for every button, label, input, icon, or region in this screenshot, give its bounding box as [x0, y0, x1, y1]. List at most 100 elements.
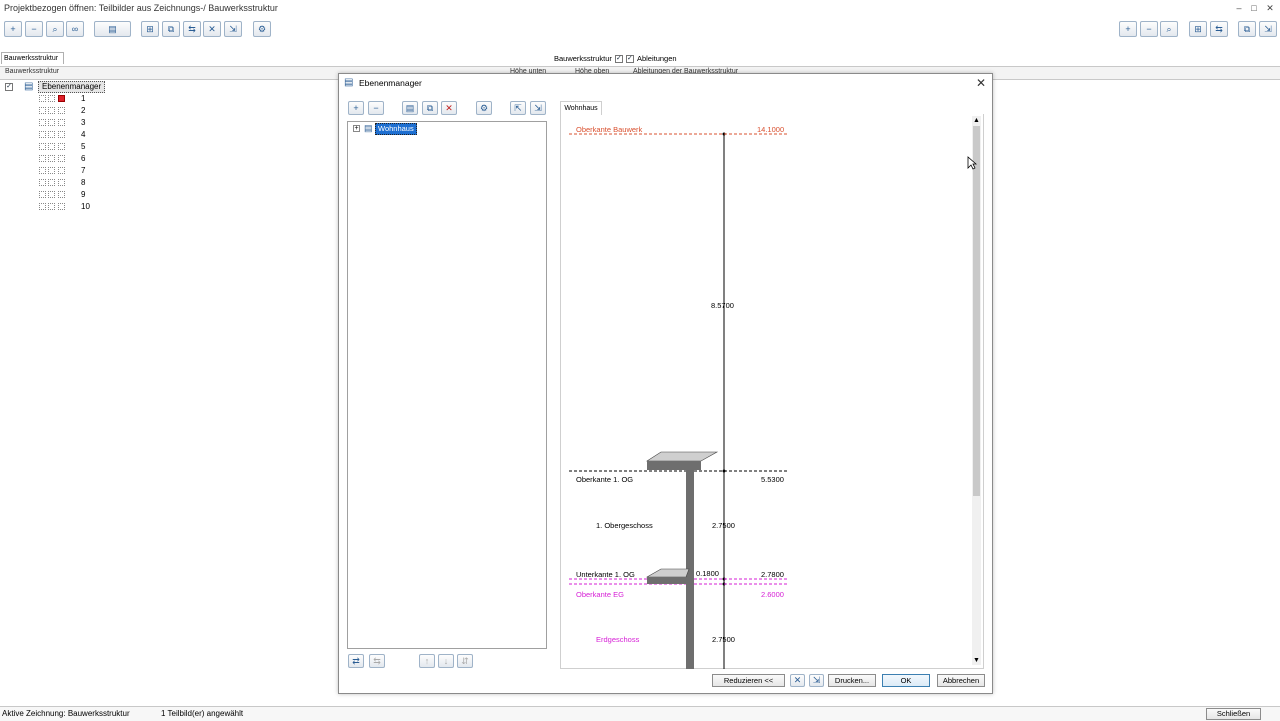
main-toolbar: + − ⌕ ∞ ▤ ⊞ ⧉ ⇆ ✕ ⇲ ⚙ + − ⌕ ⊞ ⇆ ⧉ ⇲ [0, 18, 1280, 42]
tree-item[interactable]: 3 [37, 117, 97, 129]
level-name[interactable]: Oberkante 1. OG [576, 475, 633, 484]
level-name[interactable]: Oberkante Bauwerk [576, 125, 642, 134]
dimension-label: 8.5700 [711, 301, 734, 310]
tree-item[interactable]: 4 [37, 129, 97, 141]
level-props-icon[interactable]: ⚙ [476, 101, 492, 115]
tree-item-label: 5 [81, 142, 86, 151]
scroll-down-icon[interactable]: ▼ [972, 656, 981, 665]
structure-tree-panel: + ▤ Wohnhaus [347, 121, 547, 649]
print-button[interactable]: Drucken... [828, 674, 876, 687]
bauwerksstruktur-checkbox[interactable]: ✓ [614, 54, 623, 63]
reduce-button[interactable]: Reduzieren << [712, 674, 785, 687]
level-delete-icon[interactable]: ✕ [441, 101, 457, 115]
tree-copy-icon[interactable]: ⧉ [162, 21, 180, 37]
level-copy-icon[interactable]: ⧉ [422, 101, 438, 115]
tree-item-label: 8 [81, 178, 86, 187]
cancel-button[interactable]: Abbrechen [937, 674, 985, 687]
layer-right2-icon[interactable]: ⇲ [1259, 21, 1277, 37]
tree-item[interactable]: 7 [37, 165, 97, 177]
level-value: 2.7800 [761, 570, 784, 579]
tree-item-label: 6 [81, 154, 86, 163]
ebenenmanager-dialog: ▤ Ebenenmanager ✕ + − ▤ ⧉ ✕ ⚙ ⇱ ⇲ + ▤ Wo… [338, 73, 993, 694]
active-drawing-status: Aktive Zeichnung: Bauwerksstruktur [2, 709, 130, 718]
unassign-icon[interactable]: ⇆ [369, 654, 385, 668]
sort-icon[interactable]: ⇵ [457, 654, 473, 668]
dialog-icon: ▤ [344, 77, 354, 88]
layer-right-icon[interactable]: ⧉ [1238, 21, 1256, 37]
tree-right-icon[interactable]: ⊞ [1189, 21, 1207, 37]
dimension-label: 2.7500 [712, 635, 735, 644]
dialog-close-button[interactable]: ✕ [976, 76, 986, 90]
tree-item[interactable]: 10 [37, 201, 97, 213]
section-drawing [569, 132, 789, 669]
level-import-icon[interactable]: ⇱ [510, 101, 526, 115]
tree-item-label: 7 [81, 166, 86, 175]
remove-icon[interactable]: − [25, 21, 43, 37]
title-bar: Projektbezogen öffnen: Teilbilder aus Ze… [0, 0, 1280, 17]
link-icon[interactable]: ∞ [66, 21, 84, 37]
remove-right-icon[interactable]: − [1140, 21, 1158, 37]
view-option-label: Bauwerksstruktur [554, 54, 612, 63]
floor-name[interactable]: Erdgeschoss [596, 635, 639, 644]
tree-item[interactable]: 1 [37, 93, 97, 105]
tree-delete-icon[interactable]: ✕ [203, 21, 221, 37]
assign-icon[interactable]: ⇄ [348, 654, 364, 668]
tree-item[interactable]: 6 [37, 153, 97, 165]
level-preview-panel: ▲ ▼ Oberkante Bauwerk 14.1000 8.5700 Obe… [560, 114, 984, 669]
header-bauwerksstruktur: Bauwerksstruktur [5, 68, 60, 75]
tree-item-label: 1 [81, 94, 86, 103]
search-right-icon[interactable]: ⌕ [1160, 21, 1178, 37]
tab-wohnhaus[interactable]: Wohnhaus [560, 101, 602, 115]
minimize-button[interactable]: – [1233, 2, 1245, 14]
tree-item[interactable]: 5 [37, 141, 97, 153]
tree-add-icon[interactable]: ⊞ [141, 21, 159, 37]
tools-icon[interactable]: ✕ [790, 674, 805, 687]
expand-icon[interactable]: + [353, 125, 360, 132]
move-up-icon[interactable]: ↑ [419, 654, 435, 668]
structure-icon[interactable]: ▤ [94, 21, 131, 37]
tree-item-label: 2 [81, 106, 86, 115]
root-checkbox[interactable]: ✓ [5, 83, 13, 91]
tree-item-label: 10 [81, 202, 90, 211]
status-bar: Aktive Zeichnung: Bauwerksstruktur 1 Tei… [0, 706, 1280, 721]
ok-button[interactable]: OK [882, 674, 930, 687]
level-name[interactable]: Oberkante EG [576, 590, 624, 599]
dimension-label: 2.7500 [712, 521, 735, 530]
level-remove-icon[interactable]: − [368, 101, 384, 115]
level-new-icon[interactable]: ▤ [402, 101, 418, 115]
floor-name[interactable]: 1. Obergeschoss [596, 521, 653, 530]
preview-scrollbar[interactable]: ▲ ▼ [972, 116, 981, 665]
ableitungen-checkbox[interactable]: ✓ [625, 54, 634, 63]
view-option-label-2: Ableitungen [636, 54, 677, 63]
slab-thickness-label: 0.1800 [696, 569, 719, 578]
tree-export-icon[interactable]: ⇲ [224, 21, 242, 37]
tree-item-label: 9 [81, 190, 86, 199]
settings-icon[interactable]: ⚙ [253, 21, 271, 37]
tree-root-wohnhaus[interactable]: Wohnhaus [375, 123, 417, 135]
move-down-icon[interactable]: ↓ [438, 654, 454, 668]
level-export-icon[interactable]: ⇲ [530, 101, 546, 115]
tree-item[interactable]: 8 [37, 177, 97, 189]
maximize-button[interactable]: □ [1248, 2, 1260, 14]
tab-bauwerksstruktur[interactable]: Bauwerksstruktur [1, 52, 64, 64]
mouse-cursor-icon [967, 156, 977, 170]
export-view-icon[interactable]: ⇲ [809, 674, 824, 687]
tree-item[interactable]: 9 [37, 189, 97, 201]
tree-move-icon[interactable]: ⇆ [183, 21, 201, 37]
tree-item-label: 4 [81, 130, 86, 139]
tree-item[interactable]: 2 [37, 105, 97, 117]
selection-status: 1 Teilbild(er) angewählt [161, 709, 244, 718]
close-window-button[interactable]: ✕ [1264, 2, 1276, 14]
add-icon[interactable]: + [4, 21, 22, 37]
close-button[interactable]: Schließen [1206, 708, 1261, 720]
level-add-icon[interactable]: + [348, 101, 364, 115]
search-icon[interactable]: ⌕ [46, 21, 64, 37]
level-name[interactable]: Unterkante 1. OG [576, 570, 635, 579]
tree-item-label: 3 [81, 118, 86, 127]
scroll-up-icon[interactable]: ▲ [972, 116, 981, 125]
add-right-icon[interactable]: + [1119, 21, 1137, 37]
tree-right2-icon[interactable]: ⇆ [1210, 21, 1228, 37]
level-value: 5.5300 [761, 475, 784, 484]
scroll-thumb[interactable] [973, 126, 980, 496]
tree-root-ebenenmanager[interactable]: Ebenenmanager [38, 81, 106, 93]
